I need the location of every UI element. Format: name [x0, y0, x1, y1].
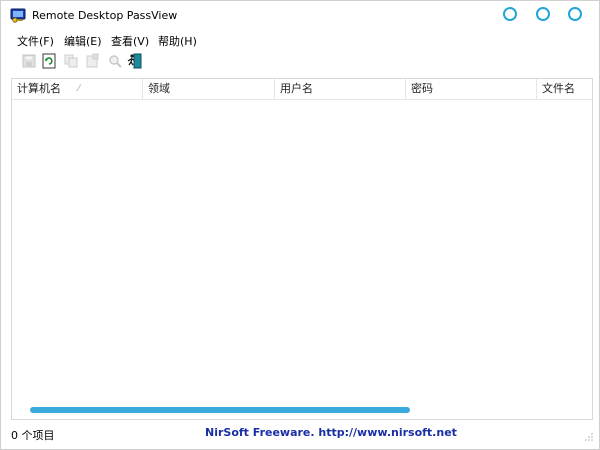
menu-view[interactable]: 查看(V): [111, 33, 149, 49]
item-count: 0 个项目: [11, 429, 55, 442]
column-computer-name[interactable]: 计算机名 ⁄: [12, 79, 143, 99]
menu-edit[interactable]: 编辑(E): [64, 33, 102, 49]
copy-icon[interactable]: [63, 53, 79, 69]
html-report-icon[interactable]: [84, 53, 100, 69]
close-button[interactable]: [568, 7, 582, 21]
app-key-icon: [10, 8, 26, 23]
column-password[interactable]: 密码: [406, 79, 537, 99]
exit-icon[interactable]: [127, 53, 143, 69]
menu-file[interactable]: 文件(F): [17, 33, 54, 49]
list-header: 计算机名 ⁄ 领域 用户名 密码 文件名: [12, 79, 592, 100]
minimize-button[interactable]: [503, 7, 517, 21]
find-icon[interactable]: [107, 53, 123, 69]
title-bar[interactable]: Remote Desktop PassView: [1, 1, 599, 29]
menu-bar: 文件(F) 编辑(E) 查看(V) 帮助(H): [1, 31, 599, 49]
status-bar: 0 个项目 NirSoft Freeware. http://www.nirso…: [1, 423, 599, 445]
nirsoft-link[interactable]: NirSoft Freeware. http://www.nirsoft.net: [205, 426, 457, 439]
column-filename[interactable]: 文件名: [537, 79, 592, 99]
refresh-icon[interactable]: [41, 53, 57, 69]
app-window: Remote Desktop PassView 文件(F) 编辑(E) 查看(V…: [0, 0, 600, 450]
column-domain[interactable]: 领域: [143, 79, 275, 99]
results-list[interactable]: 计算机名 ⁄ 领域 用户名 密码 文件名: [11, 78, 593, 420]
save-icon[interactable]: [21, 53, 37, 69]
column-computer-name-label: 计算机名: [17, 82, 61, 95]
menu-help[interactable]: 帮助(H): [158, 33, 197, 49]
horizontal-scrollbar[interactable]: [30, 407, 410, 413]
sort-ascending-icon: ⁄: [78, 84, 80, 94]
scrollbar-thumb[interactable]: [30, 407, 410, 413]
resize-grip-icon[interactable]: [585, 433, 593, 441]
column-user-name[interactable]: 用户名: [275, 79, 406, 99]
maximize-button[interactable]: [536, 7, 550, 21]
window-title: Remote Desktop PassView: [32, 9, 178, 22]
